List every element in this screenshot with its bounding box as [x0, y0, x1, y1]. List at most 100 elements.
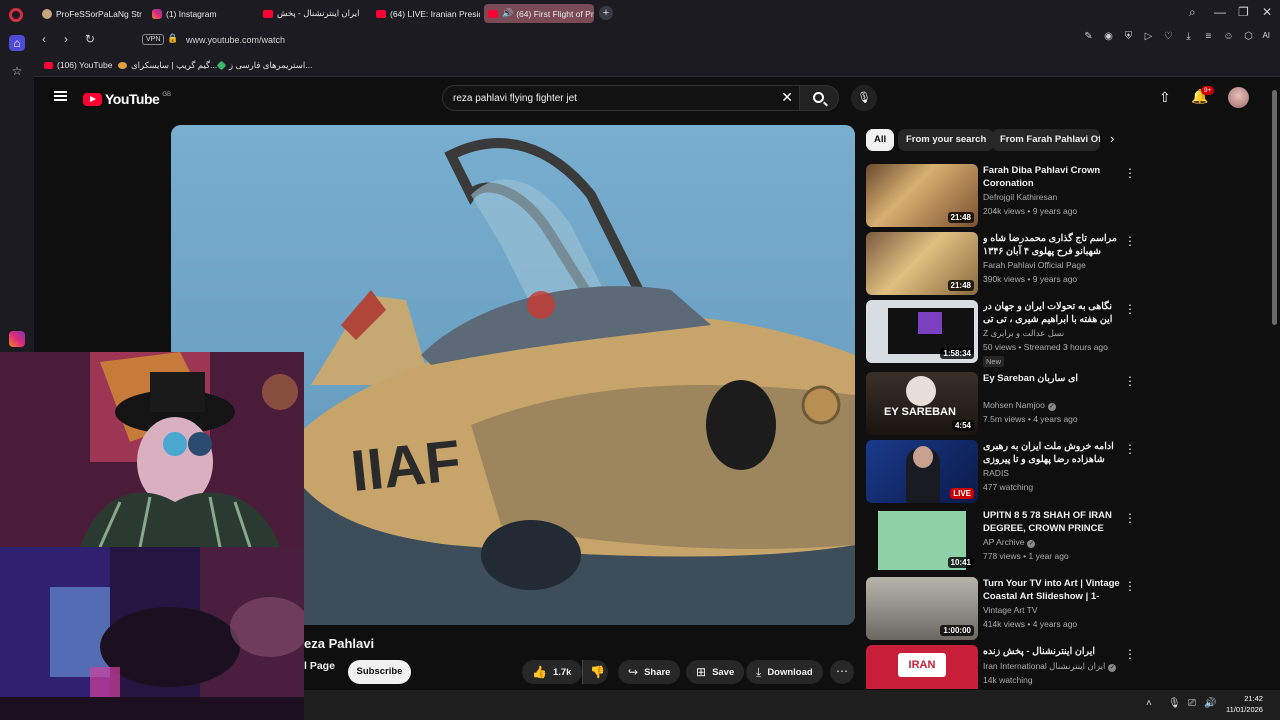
tab-live-iranian[interactable]: (64) LIVE: Iranian President	[372, 4, 480, 23]
lock-icon[interactable]: 🔒	[167, 33, 178, 44]
voice-search-button[interactable]: 🎙	[851, 85, 877, 111]
account-avatar[interactable]	[1228, 87, 1249, 108]
download-icon[interactable]: ⤓	[1182, 31, 1194, 42]
search-input[interactable]: reza pahlavi flying fighter jet ✕	[442, 85, 799, 111]
star-icon[interactable]: ☆	[9, 63, 25, 79]
like-button[interactable]: 👍 1.7k	[522, 660, 582, 684]
rec-channel[interactable]: AP Archive ✓	[983, 537, 1036, 548]
search-button[interactable]	[799, 85, 839, 111]
bookmark-game[interactable]: گیم گریپ | سایسکرای...	[118, 60, 217, 71]
recommendation-item[interactable]: LIVE ادامه خروش ملت ایران به رهبری شاهزا…	[866, 440, 1146, 504]
share-button[interactable]: ↪ Share	[618, 660, 681, 684]
chip-from-channel[interactable]: From Farah Pahlavi Offi	[992, 129, 1100, 151]
channel-name[interactable]: l Page	[304, 660, 335, 672]
vpn-badge[interactable]: VPN	[142, 34, 165, 45]
url-field[interactable]: www.youtube.com/watch	[186, 35, 285, 45]
ai-button[interactable]: AI	[1262, 31, 1270, 42]
camera-icon[interactable]: ◉	[1102, 31, 1114, 42]
recommendation-item[interactable]: 21:48 Farah Diba Pahlavi Crown Coronatio…	[866, 164, 1146, 228]
kebab-menu-icon[interactable]: ⋮	[1124, 647, 1136, 661]
forward-icon[interactable]: ›	[64, 32, 68, 46]
rec-title[interactable]: UPITN 8 5 78 SHAH OF IRAN DEGREE, CROWN …	[983, 509, 1121, 535]
video-thumbnail[interactable]: 21:48	[866, 164, 978, 227]
kebab-menu-icon[interactable]: ⋮	[1124, 234, 1136, 248]
rec-channel[interactable]: Mohsen Namjoo ✓	[983, 400, 1056, 411]
video-thumbnail[interactable]: 21:48	[866, 232, 978, 295]
rec-channel[interactable]: RADIS	[983, 468, 1009, 478]
video-thumbnail[interactable]: 1:58:34	[866, 300, 978, 363]
kebab-menu-icon[interactable]: ⋮	[1124, 166, 1136, 180]
clear-search-icon[interactable]: ✕	[781, 89, 793, 106]
video-thumbnail[interactable]: EY SAREBAN 4:54	[866, 372, 978, 435]
chevron-right-icon[interactable]: ›	[1110, 131, 1114, 146]
edit-icon[interactable]: ✎	[1082, 31, 1094, 42]
tab-instagram[interactable]: (1) Instagram	[148, 4, 253, 23]
back-icon[interactable]: ‹	[42, 32, 46, 46]
reload-icon[interactable]: ↻	[85, 32, 95, 46]
close-icon[interactable]: ✕	[1262, 5, 1272, 19]
video-thumbnail[interactable]: LIVE	[866, 440, 978, 503]
heart-icon[interactable]: ♡	[1162, 31, 1174, 42]
rec-title[interactable]: Turn Your TV into Art | Vintage Coastal …	[983, 577, 1121, 603]
rec-channel[interactable]: نسل عدالت و برابری Z	[983, 328, 1064, 339]
network-icon[interactable]: ⎚	[1188, 698, 1196, 709]
maximize-icon[interactable]: ❐	[1238, 5, 1249, 19]
tab-iran-international[interactable]: ایران اینترنشنال - پخش	[259, 4, 368, 23]
profile-icon[interactable]: ☺	[1222, 31, 1234, 42]
instagram-sidebar-icon[interactable]	[9, 331, 25, 347]
youtube-logo[interactable]: YouTube GB	[83, 91, 171, 107]
shield-icon[interactable]: ⛨	[1122, 31, 1134, 42]
more-actions-button[interactable]: ⋯	[830, 660, 854, 684]
kebab-menu-icon[interactable]: ⋮	[1124, 511, 1136, 525]
search-tabs-icon[interactable]: ⌕	[1189, 5, 1196, 20]
mic-icon[interactable]: 🎙	[1168, 698, 1181, 709]
rec-title[interactable]: مراسم تاج گذاری محمدرضا شاه و شهبانو فرح…	[983, 232, 1121, 258]
rec-title[interactable]: Farah Diba Pahlavi Crown Coronation	[983, 164, 1121, 190]
recommendation-item[interactable]: 10:41 UPITN 8 5 78 SHAH OF IRAN DEGREE, …	[866, 509, 1146, 573]
tab-first-flight[interactable]: 🔊 (64) First Flight of Prin	[484, 4, 594, 23]
recommendation-item[interactable]: 1:00:00 Turn Your TV into Art | Vintage …	[866, 577, 1146, 641]
video-thumbnail[interactable]: 1:00:00	[866, 577, 978, 640]
chevron-up-icon[interactable]: ˄	[1146, 698, 1152, 709]
rec-channel[interactable]: Iran International ایران اینترنشنال ✓	[983, 661, 1117, 672]
rec-channel[interactable]: Farah Pahlavi Official Page	[983, 260, 1086, 270]
volume-icon[interactable]: 🔊	[1204, 698, 1216, 709]
recommendation-item[interactable]: 1:58:34 نگاهی به تحولات ایران و جهان در …	[866, 300, 1146, 367]
rec-title[interactable]: ادامه خروش ملت ایران به رهبری شاهزاده رض…	[983, 440, 1121, 466]
new-tab-button[interactable]: +	[599, 6, 613, 20]
save-button[interactable]: ⊞ Save	[686, 660, 745, 684]
bookmark-youtube[interactable]: (106) YouTube	[44, 60, 112, 70]
create-icon[interactable]: ⇧	[1159, 89, 1171, 106]
video-thumbnail[interactable]: 10:41	[866, 509, 978, 572]
hamburger-menu-icon[interactable]	[54, 91, 67, 101]
minimize-icon[interactable]: —	[1214, 5, 1226, 19]
chip-all[interactable]: All	[866, 129, 895, 151]
home-icon[interactable]: ⌂	[9, 35, 25, 51]
subscribe-button[interactable]: Subscribe	[348, 660, 411, 684]
recommendation-item[interactable]: EY SAREBAN 4:54 Ey Sareban ای ساربان Moh…	[866, 372, 1146, 436]
recommendation-item[interactable]: 21:48 مراسم تاج گذاری محمدرضا شاه و شهبا…	[866, 232, 1146, 296]
rec-channel[interactable]: Vintage Art TV	[983, 605, 1038, 615]
rec-title[interactable]: ایران اینترنشنال - پخش زنده	[983, 645, 1121, 658]
kebab-menu-icon[interactable]: ⋮	[1124, 302, 1136, 316]
tab-stream[interactable]: ProFeSSorPaLaNg Stream	[38, 4, 142, 23]
opera-logo-icon[interactable]	[9, 8, 23, 22]
system-clock[interactable]: 21:42 11/01/2026	[1226, 693, 1263, 715]
kebab-menu-icon[interactable]: ⋮	[1124, 374, 1136, 388]
duration-badge: 1:00:00	[940, 625, 974, 636]
menu-icon[interactable]: ≡	[1202, 31, 1214, 42]
chip-from-your-search[interactable]: From your search	[898, 129, 995, 151]
address-bar-actions: ✎ ◉ ⛨ ▷ ♡ ⤓ ≡ ☺ ⬡ AI	[1082, 31, 1280, 42]
kebab-menu-icon[interactable]: ⋮	[1124, 579, 1136, 593]
kebab-menu-icon[interactable]: ⋮	[1124, 442, 1136, 456]
video-thumbnail[interactable]: IRAN	[866, 645, 978, 689]
play-icon[interactable]: ▷	[1142, 31, 1154, 42]
download-button[interactable]: ⤓ Download	[746, 660, 823, 684]
bookmark-streamers[interactable]: استریمرهای فارسی ز...	[216, 60, 312, 71]
rec-title[interactable]: Ey Sareban ای ساربان	[983, 372, 1121, 385]
dislike-button[interactable]: 👎	[582, 660, 608, 684]
rec-channel[interactable]: Defrojgil Kathiresan	[983, 192, 1057, 202]
page-scrollbar[interactable]	[1272, 90, 1277, 325]
rec-title[interactable]: نگاهی به تحولات ایران و جهان در این هفته…	[983, 300, 1121, 326]
extension-icon[interactable]: ⬡	[1242, 31, 1254, 42]
